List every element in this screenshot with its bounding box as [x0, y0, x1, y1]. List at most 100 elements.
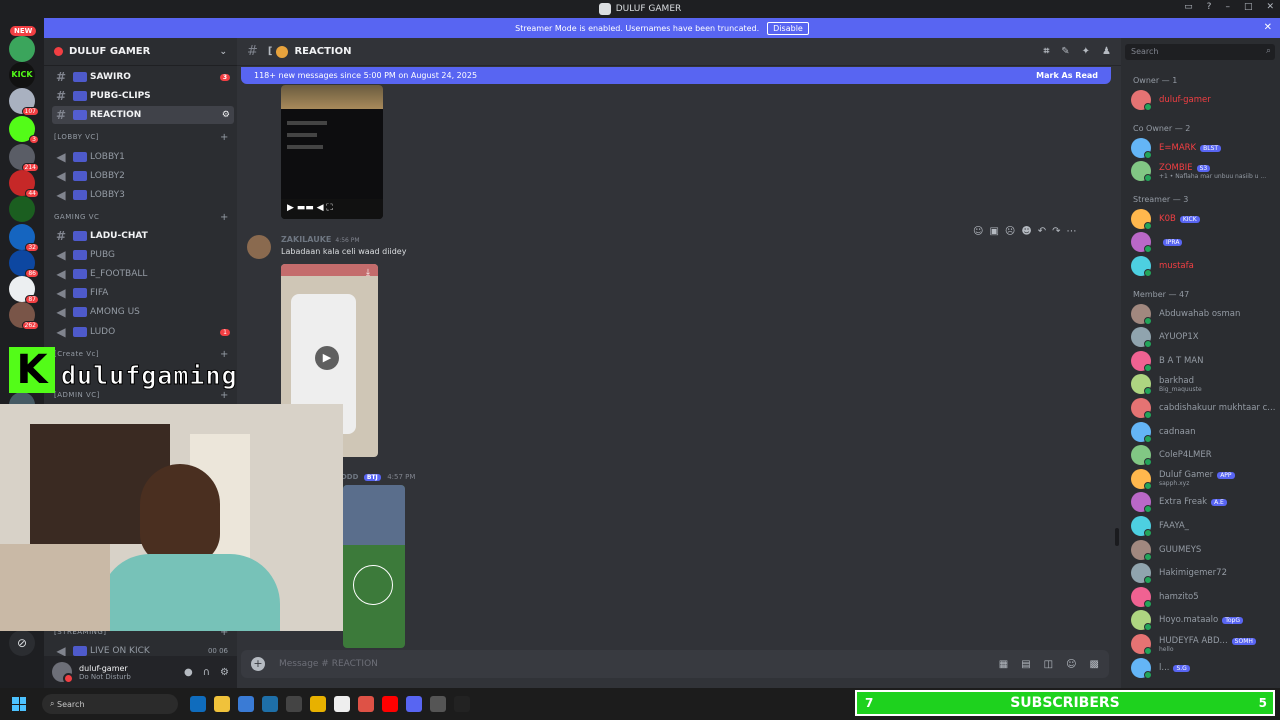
taskbar-search[interactable]: ⌕ Search — [42, 694, 178, 714]
video-controls[interactable]: ▶ ▬▬ ◀ ⛶ — [281, 199, 383, 219]
forward-icon[interactable]: ↷ — [1052, 226, 1060, 237]
video-attachment[interactable]: ▶ ▬▬ ◀ ⛶ — [281, 85, 383, 219]
server-icon[interactable] — [9, 36, 35, 62]
server-icon[interactable]: 87 — [9, 276, 39, 304]
member-item[interactable]: Duluf Gamer APP sapph.xyz — [1131, 468, 1279, 490]
member-item[interactable]: ColeP4LMER — [1131, 445, 1279, 467]
member-item[interactable]: HUDEYFA ABD... SOMH hello — [1131, 634, 1279, 655]
channel-item-sawiro[interactable]: # SAWIRO 3 — [52, 68, 234, 86]
store-icon[interactable] — [238, 696, 254, 712]
channel-settings-gear-icon[interactable]: ⚙ — [222, 110, 230, 120]
add-channel-icon[interactable]: + — [220, 132, 229, 143]
member-item[interactable]: cabdishakuur mukhtaar c... — [1131, 398, 1279, 419]
emoji-icon[interactable]: ☺ — [1066, 659, 1076, 670]
video-attachment[interactable] — [343, 485, 405, 648]
channel-item-lobby3[interactable]: ◀ LOBBY3 — [52, 186, 234, 204]
obs-icon[interactable] — [454, 696, 470, 712]
add-attachment-icon[interactable]: + — [251, 657, 265, 671]
message-author[interactable]: DDD — [341, 473, 358, 481]
member-list-icon[interactable]: ♟ — [1102, 46, 1111, 57]
maximize-icon[interactable]: □ — [1244, 2, 1253, 12]
channel-category[interactable]: GAMING VC + — [54, 212, 228, 223]
channel-category[interactable]: [LOBBY VC] + — [54, 132, 228, 143]
reaction-emoji-icon[interactable]: ▣ — [989, 226, 998, 237]
member-item[interactable]: Extra Freak A.E — [1131, 492, 1279, 514]
message-input[interactable]: Message # REACTION — [279, 659, 378, 669]
channel-item-ladu-chat[interactable]: # LADU-CHAT — [52, 227, 234, 245]
sticker-icon[interactable]: ◫ — [1044, 659, 1053, 670]
play-icon[interactable]: ▶ — [315, 346, 339, 370]
settings-gear-icon[interactable]: ⚙ — [220, 667, 229, 678]
channel-item-pubg-clips[interactable]: # PUBG-CLIPS — [52, 87, 234, 105]
member-item[interactable]: K0B KICK — [1131, 208, 1279, 230]
inbox-icon[interactable]: ▭ — [1184, 2, 1193, 12]
gif-icon[interactable]: ▤ — [1021, 659, 1030, 670]
mic-icon[interactable]: ● — [184, 667, 193, 678]
member-item[interactable]: FAAYA_ — [1131, 516, 1279, 537]
minimize-icon[interactable]: – — [1225, 2, 1230, 12]
server-icon[interactable]: 86 — [9, 250, 39, 278]
app-icon[interactable] — [262, 696, 278, 712]
gift-icon[interactable]: ▦ — [999, 659, 1008, 670]
channel-item-fifa[interactable]: ◀ FIFA — [52, 284, 234, 302]
member-item[interactable]: E=MARK BLST — [1131, 137, 1279, 159]
server-icon[interactable]: 32 — [9, 224, 39, 252]
threads-icon[interactable]: ⌗ — [1044, 46, 1050, 57]
apps-icon[interactable]: ▩ — [1090, 659, 1099, 670]
member-item[interactable]: Hakimigemer72 — [1131, 563, 1279, 585]
server-icon[interactable]: 44 — [9, 170, 39, 198]
member-item[interactable]: ZOMBIE S3 +1 • Naflaha mar unbuu nasiib u … — [1131, 161, 1279, 183]
search-input[interactable]: Search ⌕ — [1125, 44, 1275, 60]
chrome-icon[interactable] — [358, 696, 374, 712]
server-icon[interactable]: 107 — [9, 88, 39, 116]
server-icon[interactable]: 3 — [9, 116, 39, 144]
server-header[interactable]: DULUF GAMER ⌄ — [44, 38, 237, 66]
youtube-icon[interactable] — [382, 696, 398, 712]
app-icon[interactable] — [310, 696, 326, 712]
member-item[interactable]: hamzito5 — [1131, 586, 1279, 608]
server-icon[interactable] — [9, 196, 35, 222]
channel-item-among-us[interactable]: ◀ AMONG US — [52, 303, 234, 321]
message-author[interactable]: ZAKILAUKE — [281, 235, 331, 244]
discord-taskbar-icon[interactable] — [406, 696, 422, 712]
avatar[interactable] — [247, 235, 271, 259]
member-item[interactable]: Abduwahab osman — [1131, 303, 1279, 325]
server-icon[interactable]: 262 — [9, 302, 39, 330]
channel-item-lobby2[interactable]: ◀ LOBBY2 — [52, 167, 234, 185]
close-window-icon[interactable]: ✕ — [1266, 2, 1274, 12]
help-icon[interactable]: ? — [1207, 2, 1212, 12]
member-item[interactable]: GUUMEYS — [1131, 539, 1279, 561]
reaction-emoji-icon[interactable]: ☺ — [973, 226, 983, 237]
channel-item-e-football[interactable]: ◀ E_FOOTBALL — [52, 265, 234, 283]
member-item[interactable]: cadnaan — [1131, 421, 1279, 443]
windows-start-icon[interactable] — [12, 697, 26, 711]
disable-button[interactable]: Disable — [767, 21, 809, 35]
pin-icon[interactable]: ✦ — [1082, 46, 1090, 57]
avatar[interactable] — [52, 662, 74, 684]
reply-icon[interactable]: ↶ — [1038, 226, 1046, 237]
add-reaction-icon[interactable]: ☻ — [1021, 226, 1031, 237]
close-icon[interactable]: ✕ — [1264, 22, 1272, 33]
chevron-down-icon[interactable]: ⌄ — [219, 47, 227, 57]
member-item[interactable]: Hoyo.mataalo TopG — [1131, 610, 1279, 632]
mark-as-read-button[interactable]: Mark As Read — [1036, 71, 1098, 80]
headphones-icon[interactable]: ∩ — [203, 667, 210, 678]
scrollbar[interactable] — [1115, 528, 1119, 546]
member-item[interactable]: AYUOP1X — [1131, 327, 1279, 349]
app-icon[interactable] — [286, 696, 302, 712]
channel-item-reaction[interactable]: # REACTION ⚙ — [52, 106, 234, 124]
kick-server-icon[interactable]: KICK — [9, 62, 35, 88]
file-explorer-icon[interactable] — [214, 696, 230, 712]
member-item[interactable]: duluf-gamer — [1131, 90, 1279, 111]
channel-item-lobby1[interactable]: ◀ LOBBY1 — [52, 148, 234, 166]
member-item[interactable]: mustafa — [1131, 256, 1279, 277]
member-item[interactable]: IPRA — [1131, 232, 1279, 254]
more-icon[interactable]: ⋯ — [1067, 226, 1077, 237]
notification-bell-icon[interactable]: ✎ — [1061, 46, 1069, 57]
member-item[interactable]: l... S.G — [1131, 657, 1279, 679]
add-channel-icon[interactable]: + — [220, 212, 229, 223]
discover-icon[interactable]: ⊘ — [9, 630, 35, 656]
member-item[interactable]: B A T MAN — [1131, 350, 1279, 372]
yahoo-icon[interactable] — [334, 696, 350, 712]
channel-item-ludo[interactable]: ◀ LUDO 1 — [52, 323, 234, 341]
